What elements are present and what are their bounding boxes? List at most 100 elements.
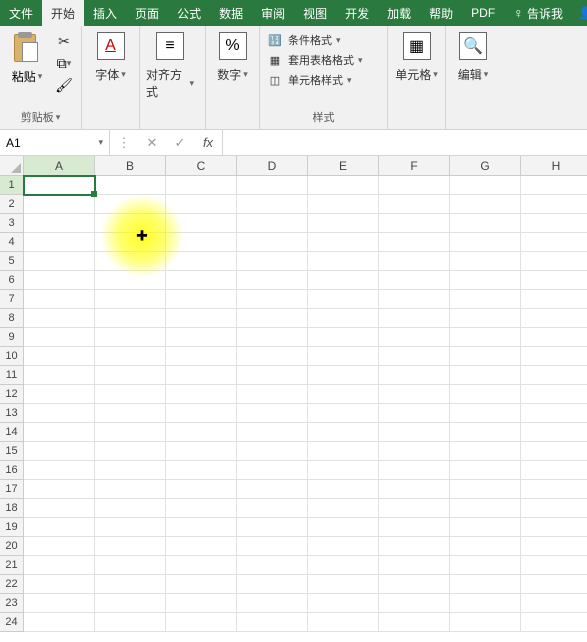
cell-A1[interactable] (24, 176, 95, 195)
cell-B9[interactable] (95, 328, 166, 347)
col-header-B[interactable]: B (95, 156, 166, 176)
cell-A22[interactable] (24, 575, 95, 594)
cell-F14[interactable] (379, 423, 450, 442)
cell-H6[interactable] (521, 271, 587, 290)
cell-A16[interactable] (24, 461, 95, 480)
cell-C22[interactable] (166, 575, 237, 594)
row-header-7[interactable]: 7 (0, 290, 24, 309)
cell-C9[interactable] (166, 328, 237, 347)
cell-A12[interactable] (24, 385, 95, 404)
font-button[interactable]: A 字体▾ (88, 30, 133, 83)
row-header-14[interactable]: 14 (0, 423, 24, 442)
cell-D3[interactable] (237, 214, 308, 233)
cell-F19[interactable] (379, 518, 450, 537)
cell-D17[interactable] (237, 480, 308, 499)
cell-G2[interactable] (450, 195, 521, 214)
cell-B5[interactable] (95, 252, 166, 271)
cell-E1[interactable] (308, 176, 379, 195)
row-header-20[interactable]: 20 (0, 537, 24, 556)
row-header-4[interactable]: 4 (0, 233, 24, 252)
row-header-16[interactable]: 16 (0, 461, 24, 480)
cell-F11[interactable] (379, 366, 450, 385)
tab-dev[interactable]: 开发 (336, 0, 378, 26)
cell-C15[interactable] (166, 442, 237, 461)
cell-B18[interactable] (95, 499, 166, 518)
cell-B14[interactable] (95, 423, 166, 442)
row-header-13[interactable]: 13 (0, 404, 24, 423)
cell-E3[interactable] (308, 214, 379, 233)
cell-G13[interactable] (450, 404, 521, 423)
cell-E14[interactable] (308, 423, 379, 442)
cell-G22[interactable] (450, 575, 521, 594)
cell-H18[interactable] (521, 499, 587, 518)
cell-C7[interactable] (166, 290, 237, 309)
cell-H3[interactable] (521, 214, 587, 233)
share-button[interactable]: 👤 共享 (572, 0, 587, 26)
cut-button[interactable]: ✂ (54, 32, 74, 50)
cell-E15[interactable] (308, 442, 379, 461)
cell-F18[interactable] (379, 499, 450, 518)
cell-C5[interactable] (166, 252, 237, 271)
cell-C6[interactable] (166, 271, 237, 290)
row-header-9[interactable]: 9 (0, 328, 24, 347)
tab-file[interactable]: 文件 (0, 0, 42, 26)
tab-insert[interactable]: 插入 (84, 0, 126, 26)
row-header-17[interactable]: 17 (0, 480, 24, 499)
cell-C23[interactable] (166, 594, 237, 613)
col-header-H[interactable]: H (521, 156, 587, 176)
enter-button[interactable]: ✓ (166, 135, 194, 151)
cell-G9[interactable] (450, 328, 521, 347)
name-box[interactable]: ▾ (0, 130, 110, 155)
cell-G11[interactable] (450, 366, 521, 385)
cell-A2[interactable] (24, 195, 95, 214)
cell-E17[interactable] (308, 480, 379, 499)
tab-formulas[interactable]: 公式 (168, 0, 210, 26)
cell-E7[interactable] (308, 290, 379, 309)
cell-G17[interactable] (450, 480, 521, 499)
cell-H10[interactable] (521, 347, 587, 366)
cell-C14[interactable] (166, 423, 237, 442)
cell-G8[interactable] (450, 309, 521, 328)
cell-E22[interactable] (308, 575, 379, 594)
cell-B7[interactable] (95, 290, 166, 309)
cell-B19[interactable] (95, 518, 166, 537)
cell-B12[interactable] (95, 385, 166, 404)
format-painter-button[interactable]: 🖌 (54, 76, 74, 94)
cell-F20[interactable] (379, 537, 450, 556)
cell-F21[interactable] (379, 556, 450, 575)
cell-H21[interactable] (521, 556, 587, 575)
cell-D21[interactable] (237, 556, 308, 575)
cell-F8[interactable] (379, 309, 450, 328)
cell-D2[interactable] (237, 195, 308, 214)
cell-H9[interactable] (521, 328, 587, 347)
cell-B13[interactable] (95, 404, 166, 423)
cell-D20[interactable] (237, 537, 308, 556)
cell-B15[interactable] (95, 442, 166, 461)
cell-A5[interactable] (24, 252, 95, 271)
cell-E5[interactable] (308, 252, 379, 271)
cell-H5[interactable] (521, 252, 587, 271)
cell-B11[interactable] (95, 366, 166, 385)
cell-A9[interactable] (24, 328, 95, 347)
cell-G10[interactable] (450, 347, 521, 366)
paste-button[interactable]: 粘贴 ▾ (6, 30, 48, 85)
cell-C1[interactable] (166, 176, 237, 195)
cell-C18[interactable] (166, 499, 237, 518)
cell-H7[interactable] (521, 290, 587, 309)
row-header-24[interactable]: 24 (0, 613, 24, 632)
row-header-18[interactable]: 18 (0, 499, 24, 518)
row-header-11[interactable]: 11 (0, 366, 24, 385)
cell-A14[interactable] (24, 423, 95, 442)
dialog-launcher-icon[interactable]: ▾ (56, 112, 61, 123)
cell-C17[interactable] (166, 480, 237, 499)
col-header-C[interactable]: C (166, 156, 237, 176)
row-header-3[interactable]: 3 (0, 214, 24, 233)
tab-data[interactable]: 数据 (210, 0, 252, 26)
cell-A3[interactable] (24, 214, 95, 233)
cell-A18[interactable] (24, 499, 95, 518)
cell-G12[interactable] (450, 385, 521, 404)
cell-A19[interactable] (24, 518, 95, 537)
cell-A23[interactable] (24, 594, 95, 613)
cell-F10[interactable] (379, 347, 450, 366)
cell-F16[interactable] (379, 461, 450, 480)
